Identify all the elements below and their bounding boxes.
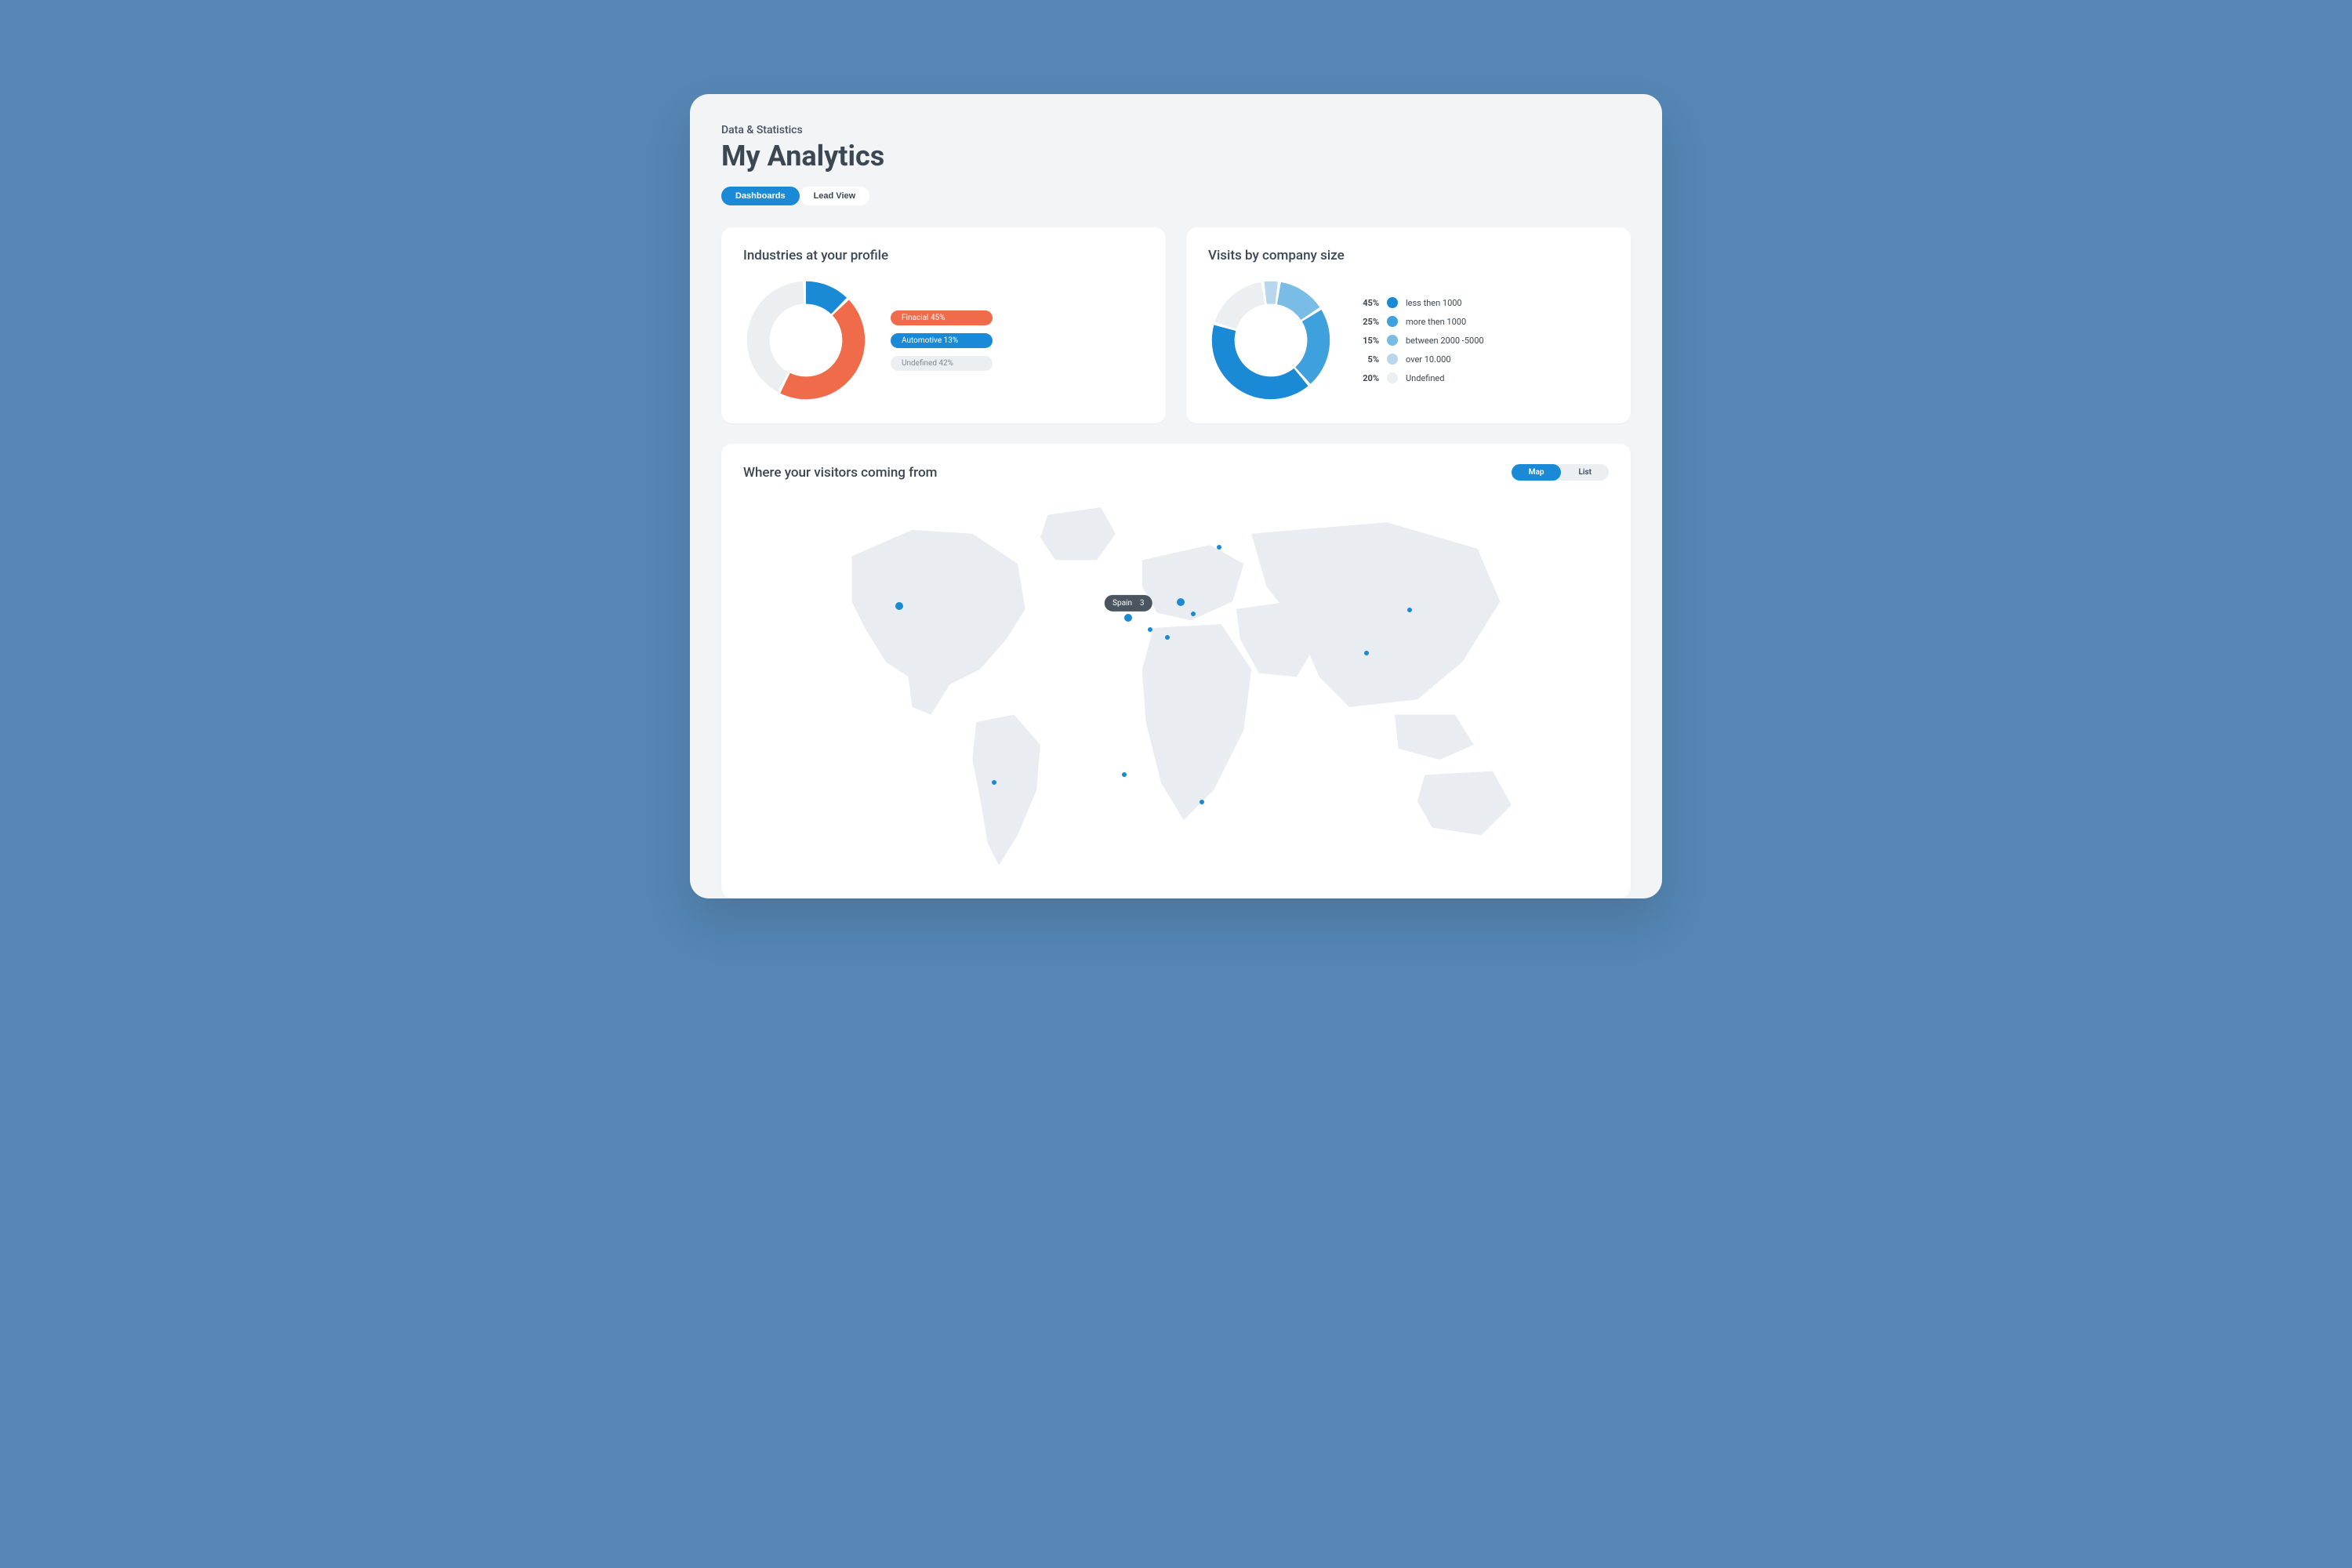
legend-row: 15% between 2000 -5000 [1356, 335, 1484, 346]
map-segmented-control: Map List [1512, 464, 1609, 481]
map-marker[interactable] [992, 780, 996, 785]
card-title-company-size: Visits by company size [1208, 248, 1609, 263]
legend-swatch [1387, 316, 1398, 327]
tab-dashboards[interactable]: Dashboards [721, 187, 800, 205]
legend-swatch [1387, 297, 1398, 308]
map-marker[interactable] [1124, 614, 1132, 622]
map-marker[interactable] [1177, 598, 1185, 606]
map-marker[interactable] [1148, 627, 1152, 632]
card-industries: Industries at your profile Finacial 45% A… [721, 227, 1166, 423]
legend-pct: 45% [1356, 298, 1379, 308]
view-segmented-control: Dashboards Lead View [721, 187, 869, 205]
legend-row: 25% more then 1000 [1356, 316, 1484, 327]
card-title-map: Where your visitors coming from [743, 465, 937, 481]
legend-pct: 5% [1356, 354, 1379, 365]
tooltip-value: 3 [1140, 599, 1145, 608]
tooltip-label: Spain [1112, 599, 1132, 608]
donut-chart-company-size [1208, 278, 1334, 403]
company-size-legend: 45% less then 1000 25% more then 1000 15% bet… [1356, 297, 1484, 383]
analytics-panel: Data & Statistics My Analytics Dashboard… [690, 94, 1662, 898]
legend-label: more then 1000 [1406, 317, 1466, 327]
tab-list[interactable]: List [1561, 464, 1609, 481]
legend-swatch [1387, 372, 1398, 383]
tab-map[interactable]: Map [1512, 464, 1562, 481]
legend-pct: 20% [1356, 373, 1379, 383]
legend-pct: 15% [1356, 336, 1379, 346]
card-visitor-map: Where your visitors coming from Map List [721, 444, 1631, 898]
legend-row: 5% over 10.000 [1356, 354, 1484, 365]
legend-row: 20% Undefined [1356, 372, 1484, 383]
card-title-industries: Industries at your profile [743, 248, 1144, 263]
tab-lead-view[interactable]: Lead View [800, 187, 870, 205]
legend-label: over 10.000 [1406, 354, 1451, 365]
legend-swatch [1387, 335, 1398, 346]
legend-row: 45% less then 1000 [1356, 297, 1484, 308]
legend-pill: Automotive 13% [891, 333, 993, 348]
legend-label: between 2000 -5000 [1406, 336, 1484, 346]
card-company-size: Visits by company size 45% less then 1000… [1186, 227, 1631, 423]
legend-swatch [1387, 354, 1398, 365]
map-marker[interactable] [895, 602, 903, 610]
world-map-svg [743, 488, 1609, 880]
map-marker[interactable] [1122, 772, 1127, 777]
map-marker[interactable] [1364, 651, 1369, 655]
map-marker[interactable] [1165, 635, 1170, 640]
industries-legend: Finacial 45% Automotive 13% Undefined 42% [891, 310, 993, 371]
map-marker[interactable] [1191, 612, 1196, 616]
breadcrumb: Data & Statistics [721, 124, 1631, 136]
legend-label: less then 1000 [1406, 298, 1462, 308]
legend-label: Undefined [1406, 373, 1444, 383]
legend-pct: 25% [1356, 317, 1379, 327]
legend-pill: Undefined 42% [891, 356, 993, 371]
world-map[interactable]: Spain 3 [743, 488, 1609, 880]
map-tooltip: Spain 3 [1105, 595, 1152, 612]
page-title: My Analytics [721, 140, 1631, 172]
donut-chart-industries [743, 278, 869, 403]
legend-pill: Finacial 45% [891, 310, 993, 325]
map-marker[interactable] [1217, 545, 1221, 550]
map-marker[interactable] [1200, 800, 1204, 804]
map-marker[interactable] [1407, 608, 1412, 612]
